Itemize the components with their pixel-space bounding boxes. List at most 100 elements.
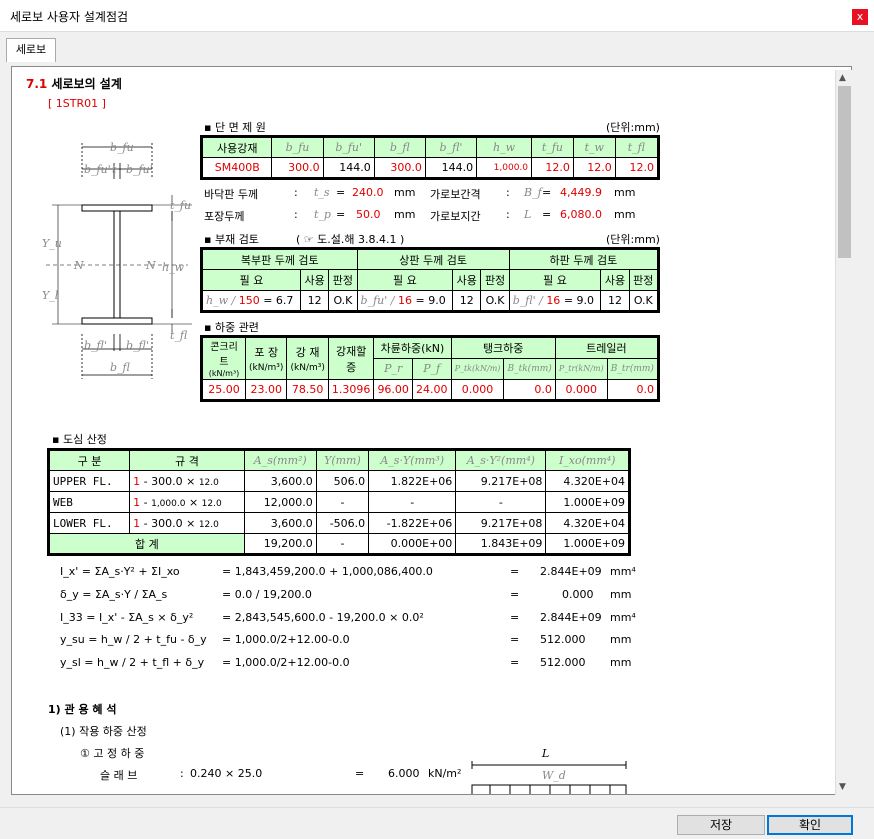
param-label: 가로보간격	[430, 188, 481, 201]
header-cell: b_fl'	[424, 136, 478, 158]
load-value: 24.00	[411, 379, 452, 401]
param-unit: mm	[614, 208, 636, 221]
label-t: t	[112, 163, 117, 176]
value-cell: 12.0	[614, 157, 660, 179]
used-cell: 12	[300, 290, 330, 312]
slab-row: 슬 래 브 : 0.240 × 25.0 = 6.000 kN/m²	[100, 767, 461, 783]
required-cell: b_fl' / 16 = 9.0	[508, 290, 602, 312]
param-eq: =	[336, 208, 346, 221]
spec-count: 1	[133, 495, 141, 509]
header-cell: t_w	[572, 136, 616, 158]
formula-eq: =	[510, 611, 520, 624]
close-button[interactable]: x	[852, 9, 868, 25]
req-result: = 9.0	[563, 294, 595, 307]
load-header: 탱크하중	[450, 336, 556, 359]
label-n-right: N	[146, 259, 156, 272]
param-colon: :	[294, 208, 298, 221]
value-cell: 144.0	[322, 157, 375, 179]
group-header: 상판 두께 검토	[356, 248, 510, 270]
vertical-scrollbar[interactable]: ▲ ▼	[835, 70, 852, 795]
total-Y: -	[315, 533, 370, 555]
centroid-label: ▪ 도심 산정	[52, 433, 107, 446]
ok-button[interactable]: 확인	[767, 815, 853, 835]
spec-width: 300.0	[151, 474, 183, 488]
param-value: 50.0	[356, 208, 381, 221]
scroll-down-icon[interactable]: ▼	[839, 782, 846, 792]
spec-times: ×	[188, 495, 199, 509]
total-label: 합 계	[48, 533, 245, 555]
row-AsY: 1.822E+06	[368, 470, 457, 492]
req-result: = 6.7	[263, 294, 294, 307]
total-Ixo: 1.000E+09	[545, 533, 630, 555]
spec-dash: -	[143, 474, 148, 488]
centroid-header: 규 격	[129, 449, 245, 471]
header-cell: b_fu'	[322, 136, 375, 158]
load-header: 강재할증	[327, 336, 375, 380]
section-label: ▪ 단 면 제 원	[204, 121, 266, 134]
param-unit: mm	[394, 186, 416, 199]
formula-unit: mm⁴	[610, 565, 636, 578]
label-bfl-half-right: b_fl'	[126, 339, 149, 352]
param-label: 포장두께	[204, 210, 245, 223]
load-subheader: B_tk(mm)	[503, 357, 556, 380]
thickness-ref: ( ☞ 도.설.해 3.8.4.1 )	[296, 233, 405, 246]
row-As: 3,600.0	[243, 470, 317, 492]
param-value: 4,449.9	[560, 186, 602, 199]
row-Y: -506.0	[315, 512, 370, 534]
spec-count: 1	[133, 474, 141, 488]
row-AsY2: 9.217E+08	[455, 512, 547, 534]
spec-times: ×	[186, 516, 196, 530]
load-table: 콘크리트 (kN/m³) 포 장 (kN/m³) 강 재 (kN/m³) 강재할증 차…	[200, 335, 660, 402]
row-name: LOWER FL.	[47, 512, 131, 534]
value-cell: 300.0	[373, 157, 426, 179]
save-button[interactable]: 저장	[677, 815, 765, 835]
formula-expression: = 1,000.0/2+12.00-0.0	[222, 633, 350, 646]
centroid-header: 구 분	[47, 449, 131, 471]
tab-main[interactable]: 세로보	[6, 38, 56, 62]
subsection-sub: (1) 작용 하중 산정	[60, 725, 147, 738]
centroid-header: A_s·Y²(mm⁴)	[455, 449, 547, 471]
value-cell: 300.0	[271, 157, 324, 179]
param-eq: =	[542, 186, 552, 199]
formula-result: 512.000	[540, 633, 586, 646]
slab-label: 슬 래 브	[100, 769, 138, 782]
param-eq: =	[542, 208, 552, 221]
load-label: ▪ 하중 관련	[204, 321, 259, 334]
centroid-header: A_s(mm²)	[243, 449, 317, 471]
load-unit: (kN/m³)	[249, 363, 284, 373]
slab-colon: :	[180, 767, 184, 780]
param-row: 바닥판 두께 : t_s = 240.0 mm 가로보간격 : B_f = 4,…	[204, 186, 644, 202]
load-header: 차륜하중(kN)	[373, 336, 452, 359]
formula-lhs: y_sl = h_w / 2 + t_fl + δ_y	[60, 656, 205, 669]
thickness-unit: (단위:mm)	[606, 233, 660, 246]
load-subheader: P_r	[373, 357, 413, 380]
row-Y: -	[315, 491, 370, 513]
load-value: 23.00	[244, 379, 288, 401]
load-value: 25.00	[201, 379, 246, 401]
formula-eq: =	[510, 588, 520, 601]
param-symbol: t_s	[314, 186, 330, 199]
load-header: 포 장 (kN/m³)	[244, 336, 288, 380]
subheader-cell: 판정	[628, 269, 660, 291]
header-cell: t_fu	[531, 136, 574, 158]
header-cell: 사용강재	[200, 136, 273, 158]
label-tfu: t_fu	[170, 199, 192, 212]
load-value: 1.3096	[327, 379, 375, 401]
scroll-up-icon[interactable]: ▲	[839, 73, 846, 83]
subheader-cell: 사용	[600, 269, 630, 291]
used-cell: 12	[600, 290, 630, 312]
scroll-thumb[interactable]	[838, 86, 851, 258]
subheader-cell: 판정	[480, 269, 510, 291]
row-AsY2: 9.217E+08	[455, 470, 547, 492]
row-Y: 506.0	[315, 470, 370, 492]
centroid-header: A_s·Y(mm³)	[368, 449, 457, 471]
req-divisor: 16	[546, 294, 561, 307]
subheader-cell: 필 요	[356, 269, 454, 291]
heading-text: 세로보의 설계	[51, 77, 122, 91]
steel-grade: SM400B	[200, 157, 273, 179]
formula-eq: =	[510, 656, 520, 669]
row-name: WEB	[47, 491, 131, 513]
spec-width: 1,000.0	[151, 498, 186, 509]
row-spec: 1 - 300.0 × 12.0	[129, 512, 245, 534]
row-As: 3,600.0	[243, 512, 317, 534]
